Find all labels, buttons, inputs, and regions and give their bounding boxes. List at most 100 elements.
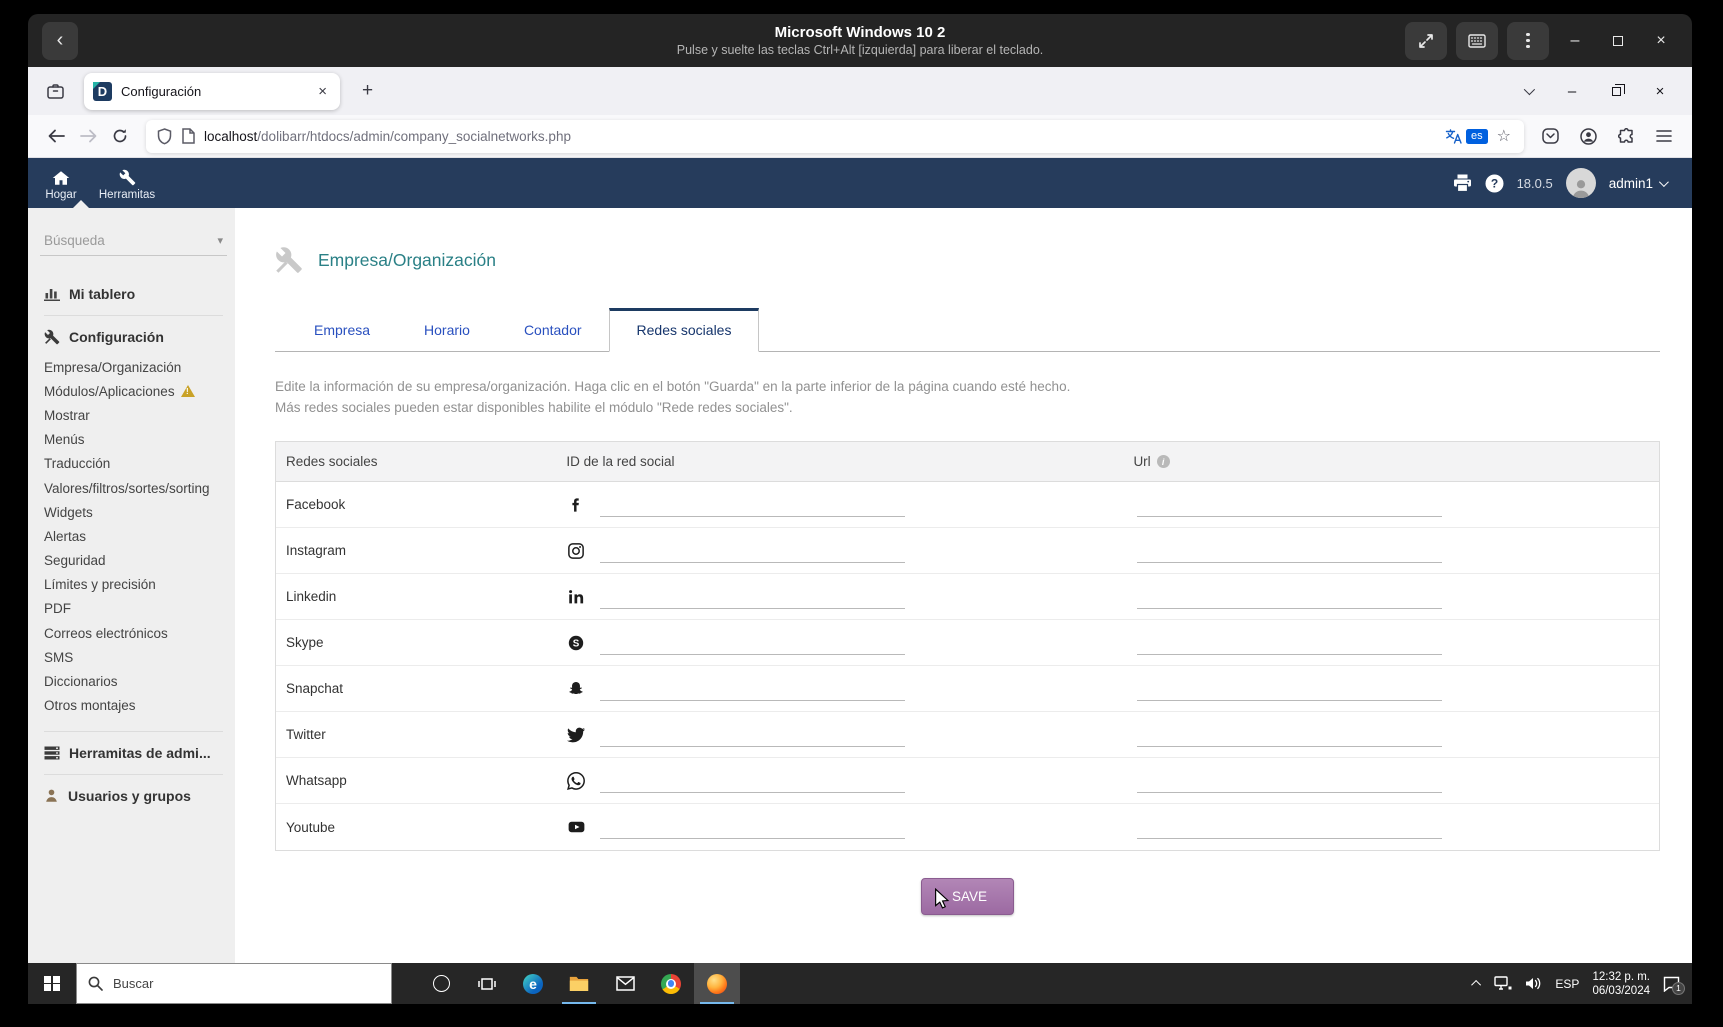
menu-button[interactable]	[1648, 120, 1680, 152]
social-url-input[interactable]	[1137, 492, 1443, 517]
browser-tab[interactable]: D Configuración ×	[84, 72, 340, 110]
page-info-icon[interactable]	[181, 128, 195, 144]
sidebar-search-select[interactable]: Búsqueda ▾	[40, 228, 227, 256]
action-center-button[interactable]: 1	[1663, 976, 1685, 995]
nav-forward-button[interactable]	[72, 120, 104, 152]
firefox-view-button[interactable]	[38, 74, 72, 108]
viewer-maximize-button[interactable]	[1601, 24, 1635, 58]
tab-close-button[interactable]: ×	[314, 81, 331, 102]
list-tabs-button[interactable]	[1506, 73, 1550, 109]
sidebar-item-sms[interactable]: SMS	[40, 645, 227, 669]
mail-button[interactable]	[602, 963, 648, 1004]
keyboard-button[interactable]	[1456, 21, 1498, 60]
description: Edite la información de su empresa/organ…	[275, 376, 1660, 418]
new-tab-button[interactable]: +	[354, 78, 381, 104]
cortana-button[interactable]	[418, 963, 464, 1004]
taskbar-clock[interactable]: 12:32 p. m. 06/03/2024	[1592, 970, 1650, 998]
sidebar-item-other[interactable]: Otros montajes	[40, 694, 227, 718]
url-text[interactable]: localhost/dolibarr/htdocs/admin/company_…	[204, 129, 1445, 144]
edge-button[interactable]: e	[510, 963, 556, 1004]
bookmark-star-button[interactable]: ☆	[1495, 126, 1513, 146]
nav-back-button[interactable]	[40, 120, 72, 152]
social-label: Whatsapp	[286, 773, 347, 788]
sidebar-item-modules[interactable]: Módulos/Aplicaciones	[40, 379, 227, 403]
pocket-button[interactable]	[1534, 120, 1566, 152]
browser-close-button[interactable]: ×	[1638, 73, 1682, 109]
viewer-close-button[interactable]: ×	[1644, 24, 1678, 58]
viewer-menu-button[interactable]	[1507, 21, 1549, 60]
user-menu[interactable]: admin1	[1609, 176, 1669, 191]
sidebar-section-users[interactable]: Usuarios y grupos	[44, 788, 227, 804]
language-indicator[interactable]: ESP	[1555, 977, 1579, 991]
help-button[interactable]: ?	[1485, 174, 1504, 193]
sidebar-item-dictionaries[interactable]: Diccionarios	[40, 669, 227, 693]
sidebar-item-widgets[interactable]: Widgets	[40, 500, 227, 524]
help-icon: ?	[1485, 174, 1504, 192]
social-url-input[interactable]	[1137, 538, 1443, 563]
person-icon	[46, 789, 57, 803]
shield-icon[interactable]	[157, 127, 172, 145]
social-url-input[interactable]	[1137, 815, 1443, 839]
translate-icon[interactable]	[1445, 128, 1462, 144]
sidebar-section-config[interactable]: Configuración	[44, 329, 227, 345]
tab-horario[interactable]: Horario	[397, 310, 497, 351]
tab-contador[interactable]: Contador	[497, 310, 609, 351]
account-button[interactable]	[1572, 120, 1604, 152]
sidebar-item-translation[interactable]: Traducción	[40, 452, 227, 476]
sidebar-item-dashboard[interactable]: Mi tablero	[44, 286, 227, 302]
tab-empresa[interactable]: Empresa	[287, 310, 397, 351]
viewer-minimize-button[interactable]: –	[1558, 24, 1592, 58]
volume-tray-button[interactable]	[1525, 976, 1542, 991]
sidebar-item-alerts[interactable]: Alertas	[40, 524, 227, 548]
social-url-input[interactable]	[1137, 768, 1443, 793]
social-id-input[interactable]	[600, 676, 906, 701]
print-button[interactable]	[1453, 174, 1472, 192]
topnav-tools-label: Herramitas	[98, 189, 156, 201]
sidebar-item-emails[interactable]: Correos electrónicos	[40, 621, 227, 645]
sidebar-item-defaults[interactable]: Valores/filtros/sortes/sorting	[40, 476, 227, 500]
topnav-item-tools[interactable]: Herramitas	[94, 158, 160, 208]
extensions-button[interactable]	[1610, 120, 1642, 152]
fullscreen-button[interactable]	[1405, 21, 1447, 60]
translate-lang-badge[interactable]: es	[1466, 128, 1488, 144]
browser-restore-button[interactable]	[1594, 73, 1638, 109]
sidebar-item-limits[interactable]: Límites y precisión	[40, 573, 227, 597]
sidebar-item-company[interactable]: Empresa/Organización	[40, 355, 227, 379]
address-bar[interactable]: localhost/dolibarr/htdocs/admin/company_…	[146, 119, 1524, 153]
firefox-icon	[707, 973, 727, 994]
task-view-button[interactable]	[464, 963, 510, 1004]
viewer-back-button[interactable]: ‹	[42, 21, 78, 60]
sidebar-item-menus[interactable]: Menús	[40, 428, 227, 452]
social-id-input[interactable]	[600, 584, 906, 609]
social-id-input[interactable]	[600, 630, 906, 655]
social-id-input[interactable]	[600, 538, 906, 563]
save-button[interactable]: SAVE	[920, 878, 1014, 915]
avatar[interactable]	[1565, 168, 1596, 198]
browser-minimize-button[interactable]: –	[1550, 73, 1594, 109]
sidebar-item-display[interactable]: Mostrar	[40, 403, 227, 427]
table-header: Redes sociales ID de la red social Url i	[276, 442, 1659, 482]
sidebar-section-admin-tools[interactable]: Herramitas de admi...	[44, 745, 227, 761]
social-id-input[interactable]	[600, 492, 906, 517]
social-url-input[interactable]	[1137, 722, 1443, 747]
tray-expand-button[interactable]	[1471, 979, 1482, 990]
social-url-input[interactable]	[1137, 630, 1443, 655]
file-explorer-button[interactable]	[556, 963, 602, 1004]
firefox-button[interactable]	[694, 963, 740, 1004]
taskbar-search[interactable]: Buscar	[76, 963, 392, 1004]
social-id-input[interactable]	[600, 768, 906, 793]
start-button[interactable]	[28, 963, 76, 1004]
chrome-button[interactable]	[648, 963, 694, 1004]
sidebar-item-pdf[interactable]: PDF	[40, 597, 227, 621]
tab-redes-sociales[interactable]: Redes sociales	[608, 308, 760, 352]
network-tray-button[interactable]	[1494, 976, 1512, 991]
social-id-input[interactable]	[600, 722, 906, 747]
time-label: 12:32 p. m.	[1592, 970, 1650, 983]
social-url-input[interactable]	[1137, 584, 1443, 609]
sidebar-item-security[interactable]: Seguridad	[40, 549, 227, 573]
table-row: Linkedin	[276, 574, 1659, 620]
social-id-input[interactable]	[600, 815, 906, 839]
search-icon	[88, 976, 103, 991]
reload-button[interactable]	[104, 120, 136, 152]
social-url-input[interactable]	[1137, 676, 1443, 701]
